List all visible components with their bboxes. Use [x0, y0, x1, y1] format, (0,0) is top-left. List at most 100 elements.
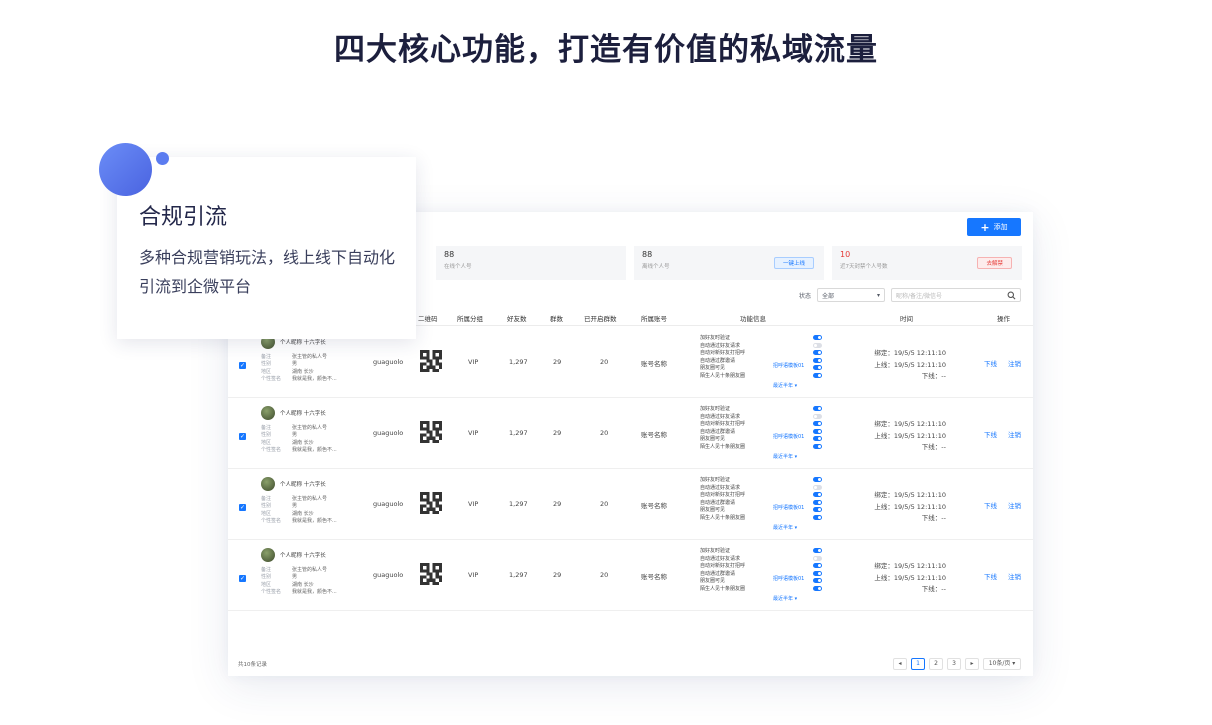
wechat-id: guaguolo [373, 571, 404, 579]
row-actions: 下线 注销 [984, 571, 1021, 581]
toggle-switch[interactable] [813, 548, 822, 553]
row-actions: 下线 注销 [984, 358, 1021, 368]
row-checkbox[interactable]: ✓ [239, 362, 246, 369]
toggle-switch[interactable] [813, 570, 822, 576]
toggle-switch[interactable] [813, 563, 822, 569]
function-label: 加好友时验证 [700, 335, 731, 341]
group-count: 29 [553, 429, 562, 437]
next-page-button[interactable]: ▸ [965, 658, 979, 670]
add-button[interactable]: + 添加 [967, 218, 1021, 236]
function-links: 招呼语模板01 最近半年 ▾ [773, 427, 804, 467]
offline-time: 下线：-- [921, 372, 946, 380]
online-all-button[interactable]: 一键上线 [773, 257, 814, 269]
group-name: VIP [468, 500, 479, 508]
offline-button[interactable]: 下线 [984, 571, 997, 581]
row-checkbox[interactable]: ✓ [239, 433, 246, 440]
toggle-switch[interactable] [813, 335, 822, 340]
toggle-switch[interactable] [813, 350, 822, 356]
function-label: 加好友时验证 [700, 406, 731, 412]
function-list: 加好友时验证 自动通过好友请求 自动对新好友打招呼 自动通过群邀请 朋友圈可见 陌生人见十… [700, 477, 745, 523]
moments-range-select[interactable]: 最近半年 ▾ [773, 447, 804, 467]
toggle-switch[interactable] [813, 499, 822, 505]
table-row: ✓ 个人昵称 十六字长备注 张主管的私人号 性别男地区 湖南 长沙 个性签名 我就是我，颜色… [228, 469, 1033, 540]
greeting-template-link[interactable]: 招呼语模板01 [773, 356, 804, 376]
toggle-switch[interactable] [813, 443, 822, 449]
info-line: 性别男 [261, 574, 298, 581]
toggle-switch[interactable] [813, 428, 822, 434]
toggle-switch[interactable] [813, 578, 822, 584]
function-list: 加好友时验证 自动通过好友请求 自动对新好友打招呼 自动通过群邀请 朋友圈可见 陌生人见十… [700, 335, 745, 381]
qr-code-icon [420, 492, 442, 514]
table-row: ✓ 个人昵称 十六字长 备注 张主管的私人号 性别男地区 湖南 长沙 个性签名 我就是我，颜色… [228, 540, 1033, 611]
page-title: 四大核心功能，打造有价值的私域流量 [334, 32, 878, 68]
cancel-account-button[interactable]: 注销 [1008, 500, 1021, 510]
offline-button[interactable]: 下线 [984, 500, 997, 510]
toggle-switch[interactable] [813, 514, 822, 520]
group-count: 29 [553, 571, 562, 579]
col-open-groups: 已开启群数 [584, 315, 617, 323]
profile-info: 备注 张主管的私人号 性别男地区 湖南 长沙 个性签名 我就是我，颜色不... [261, 496, 337, 525]
stat-offline: 88 离线个人号 一键上线 [634, 246, 824, 280]
info-line: 备注 张主管的私人号 [261, 567, 328, 573]
toggle-switch[interactable] [813, 421, 822, 427]
toggle-switch[interactable] [813, 342, 822, 348]
status-select[interactable]: 全部 ▾ [817, 288, 885, 302]
moments-range-select[interactable]: 最近半年 ▾ [773, 518, 804, 538]
friend-count: 1,297 [509, 571, 528, 579]
friend-count: 1,297 [509, 358, 528, 366]
stat-online-label: 在线个人号 [444, 264, 472, 270]
group-name: VIP [468, 429, 479, 437]
col-functions: 功能信息 [740, 315, 766, 323]
unban-button[interactable]: 去解禁 [977, 257, 1012, 269]
nickname: 个人昵称 十六字长 [280, 482, 326, 488]
offline-button[interactable]: 下线 [984, 429, 997, 439]
page-1-button[interactable]: 1 [911, 658, 925, 670]
col-groups: 群数 [550, 315, 563, 323]
function-label: 朋友圈可见 [700, 507, 726, 514]
page-2-button[interactable]: 2 [929, 658, 943, 670]
toggle-switch[interactable] [813, 357, 822, 363]
page-size-select[interactable]: 10条/页 ▾ [983, 658, 1021, 670]
page-3-button[interactable]: 3 [947, 658, 961, 670]
toggle-switch[interactable] [813, 585, 822, 591]
offline-button[interactable]: 下线 [984, 358, 997, 368]
friend-count: 1,297 [509, 429, 528, 437]
greeting-template-link[interactable]: 招呼语模板01 [773, 498, 804, 518]
toggle-switch[interactable] [813, 492, 822, 498]
toggle-switch[interactable] [813, 372, 822, 378]
row-checkbox[interactable]: ✓ [239, 504, 246, 511]
greeting-template-link[interactable]: 招呼语模板01 [773, 427, 804, 447]
search-input[interactable]: 昵称/备注/微信号 [891, 288, 1021, 302]
toggle-switch[interactable] [813, 555, 822, 561]
cancel-account-button[interactable]: 注销 [1008, 358, 1021, 368]
toggle-switch[interactable] [813, 484, 822, 490]
moments-range-select[interactable]: 最近半年 ▾ [773, 589, 804, 609]
cancel-account-button[interactable]: 注销 [1008, 571, 1021, 581]
info-line: 个性签名 我就是我，颜色不... [261, 446, 337, 453]
moments-range-select[interactable]: 最近半年 ▾ [773, 376, 804, 396]
function-list: 加好友时验证 自动通过好友请求 自动对新好友打招呼 自动通过群邀请 朋友圈可见 陌生人见十… [700, 406, 745, 452]
info-line: 性别男 [261, 503, 298, 510]
toggle-switch[interactable] [813, 436, 822, 442]
toggle-switch[interactable] [813, 406, 822, 411]
function-list: 加好友时验证 自动通过好友请求 自动对新好友打招呼 自动通过群邀请 朋友圈可见 陌生人见十… [700, 548, 745, 594]
toggle-switch[interactable] [813, 413, 822, 419]
col-actions: 操作 [997, 315, 1010, 323]
profile-info: 备注 张主管的私人号 性别男地区 湖南 长沙 个性签名 我就是我，颜色不... [261, 425, 337, 454]
toggle-switch[interactable] [813, 365, 822, 371]
feature-card: 合规引流 多种合规营销玩法，线上线下自动化引流到企微平台 [117, 157, 416, 339]
open-group-count: 20 [600, 571, 609, 579]
info-line: 个性签名 我就是我，颜色不... [261, 588, 337, 595]
toggle-switch[interactable] [813, 477, 822, 482]
bind-time: 绑定：19/5/5 12:11:10 [874, 349, 946, 357]
cancel-account-button[interactable]: 注销 [1008, 429, 1021, 439]
prev-page-button[interactable]: ◂ [893, 658, 907, 670]
qr-code-icon [420, 350, 442, 372]
feature-description: 多种合规营销玩法，线上线下自动化引流到企微平台 [139, 248, 396, 296]
info-line: 地区 湖南 长沙 [261, 510, 314, 517]
function-label: 陌生人见十条朋友圈 [700, 443, 746, 450]
greeting-template-link[interactable]: 招呼语模板01 [773, 569, 804, 589]
row-checkbox[interactable]: ✓ [239, 575, 246, 582]
avatar [261, 406, 275, 420]
toggle-switch[interactable] [813, 507, 822, 513]
